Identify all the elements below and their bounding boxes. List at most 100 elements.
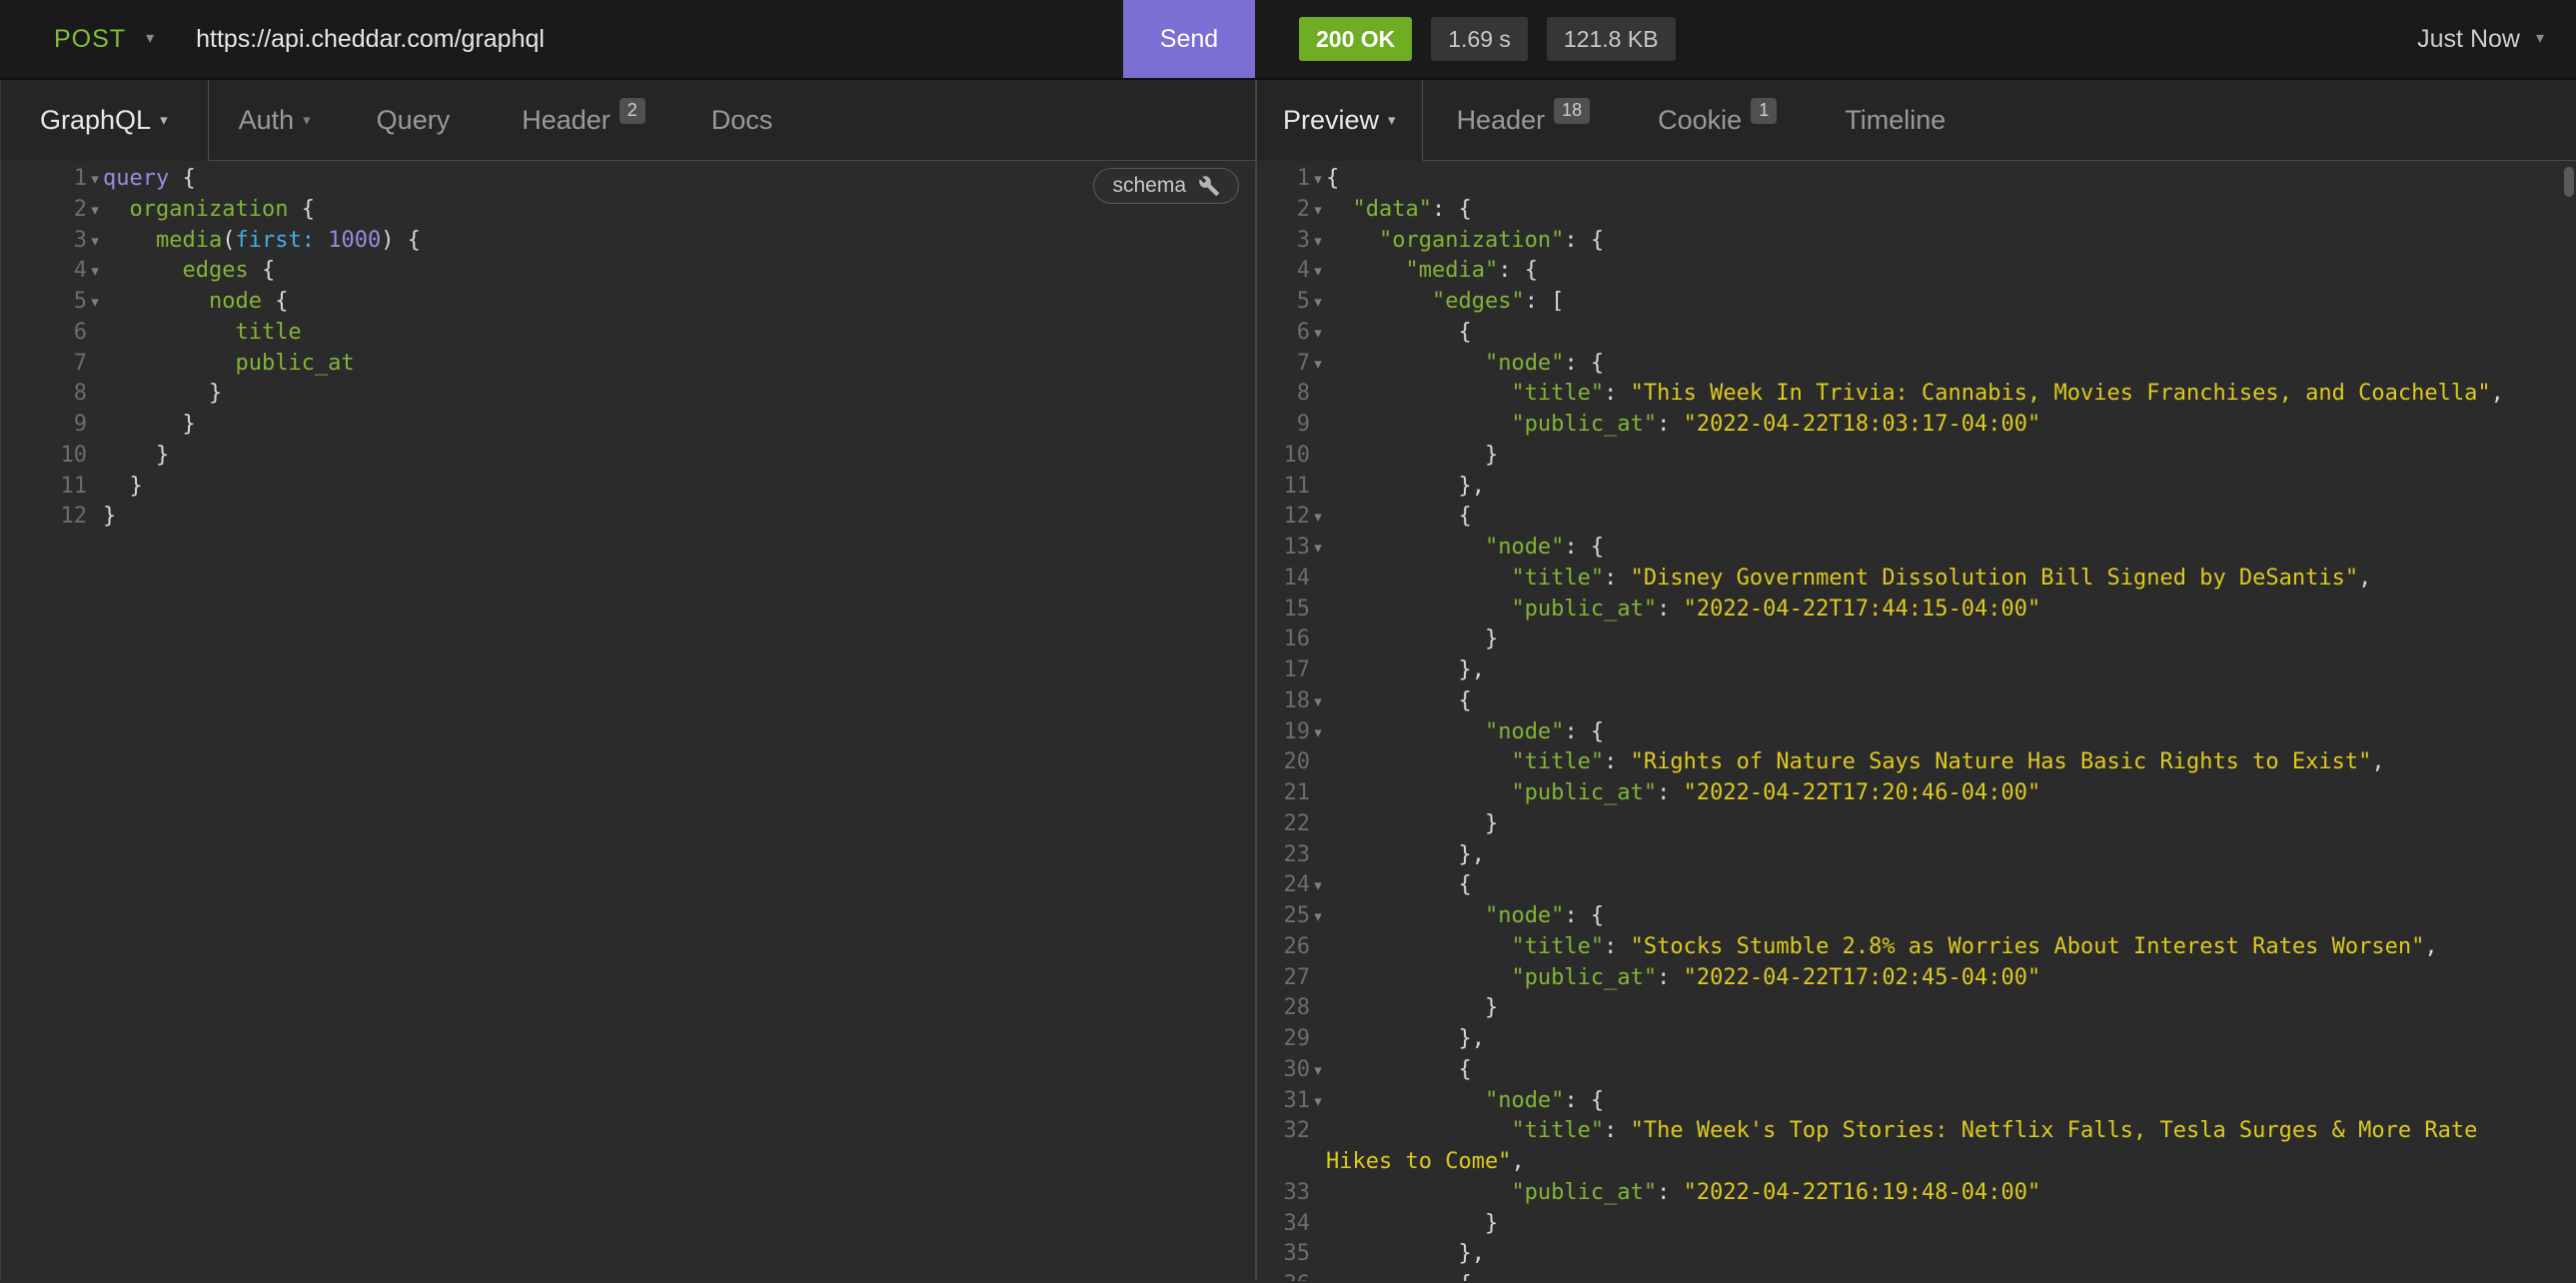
line-number: 4 — [1257, 256, 1310, 287]
fold-toggle-icon[interactable]: ▾ — [1310, 502, 1326, 533]
fold-toggle-icon[interactable]: ▾ — [1310, 1055, 1326, 1086]
code-line: 17 }, — [1257, 655, 2576, 686]
tab-docs[interactable]: Docs — [675, 80, 809, 161]
code-text: { — [1326, 686, 2576, 717]
code-text: } — [1326, 1209, 2576, 1240]
fold-toggle-icon[interactable]: ▾ — [1310, 349, 1326, 380]
code-line: 9 } — [1, 410, 1255, 441]
fold-toggle-icon[interactable]: ▾ — [1310, 318, 1326, 349]
code-text: organization { — [103, 195, 1255, 226]
fold-toggle-icon[interactable]: ▾ — [1310, 901, 1326, 932]
fold-toggle-icon[interactable]: ▾ — [87, 287, 103, 318]
line-number: 8 — [1257, 379, 1310, 410]
code-line: 33 "public_at": "2022-04-22T16:19:48-04:… — [1257, 1178, 2576, 1209]
time-badge: 1.69 s — [1431, 17, 1528, 61]
code-text: "title": "The Week's Top Stories: Netfli… — [1326, 1116, 2576, 1178]
fold-toggle-icon[interactable]: ▾ — [1310, 870, 1326, 901]
code-text: "public_at": "2022-04-22T17:44:15-04:00" — [1326, 595, 2576, 626]
tab-label: Docs — [711, 105, 773, 136]
send-button[interactable]: Send — [1123, 0, 1255, 78]
fold-toggle-icon[interactable]: ▾ — [87, 195, 103, 226]
code-line: 30▾ { — [1257, 1055, 2576, 1086]
fold-toggle-icon[interactable]: ▾ — [87, 256, 103, 287]
fold-toggle-icon[interactable]: ▾ — [1310, 226, 1326, 257]
code-text: "public_at": "2022-04-22T16:19:48-04:00" — [1326, 1178, 2576, 1209]
main-panes: GraphQL ▾ Auth▾QueryHeader2 Docs schema 1▾q… — [0, 80, 2576, 1281]
request-url-bar: POST ▾ https://api.cheddar.com/graphql S… — [0, 0, 1255, 78]
tab-query[interactable]: Query — [341, 80, 487, 161]
freshness-label: Just Now — [2417, 25, 2520, 54]
fold-toggle-icon[interactable]: ▾ — [1310, 195, 1326, 226]
code-line: 14 "title": "Disney Government Dissoluti… — [1257, 564, 2576, 595]
code-text: "title": "Rights of Nature Says Nature H… — [1326, 747, 2576, 778]
url-input[interactable]: https://api.cheddar.com/graphql — [196, 25, 1123, 54]
code-line: 7▾ "node": { — [1257, 349, 2576, 380]
method-dropdown[interactable]: POST ▾ — [0, 25, 154, 54]
line-number: 9 — [1, 410, 87, 441]
fold-toggle-icon[interactable]: ▾ — [1310, 164, 1326, 195]
code-text: { — [1326, 502, 2576, 533]
tab-header[interactable]: Header18 — [1423, 80, 1625, 161]
code-line: 3▾ media(first: 1000) { — [1, 226, 1255, 257]
code-text: public_at — [103, 349, 1255, 380]
code-line: 9 "public_at": "2022-04-22T18:03:17-04:0… — [1257, 410, 2576, 441]
tab-label: GraphQL — [40, 105, 151, 136]
line-number: 36 — [1257, 1270, 1310, 1281]
fold-toggle-icon[interactable]: ▾ — [1310, 287, 1326, 318]
line-number: 5 — [1, 287, 87, 318]
code-text: }, — [1326, 840, 2576, 871]
tab-header[interactable]: Header2 — [486, 80, 675, 161]
line-number: 17 — [1257, 655, 1310, 686]
fold-toggle-icon[interactable]: ▾ — [1310, 717, 1326, 748]
code-text: } — [103, 441, 1255, 472]
code-text: } — [103, 379, 1255, 410]
code-text: "node": { — [1326, 349, 2576, 380]
line-number: 33 — [1257, 1178, 1310, 1209]
tab-timeline[interactable]: Timeline — [1811, 80, 1979, 161]
fold-toggle-icon[interactable]: ▾ — [1310, 686, 1326, 717]
fold-toggle-icon[interactable]: ▾ — [1310, 256, 1326, 287]
code-text: "node": { — [1326, 717, 2576, 748]
scrollbar-thumb[interactable] — [2564, 167, 2574, 197]
line-number: 12 — [1257, 502, 1310, 533]
chevron-down-icon: ▾ — [160, 113, 168, 128]
code-text: "media": { — [1326, 256, 2576, 287]
code-line: 4▾ "media": { — [1257, 256, 2576, 287]
code-text: "public_at": "2022-04-22T17:20:46-04:00" — [1326, 778, 2576, 809]
line-number: 22 — [1257, 809, 1310, 840]
line-number: 27 — [1257, 963, 1310, 994]
graphql-query-editor[interactable]: schema 1▾query {2▾ organization {3▾ medi… — [1, 161, 1255, 1281]
code-text: media(first: 1000) { — [103, 226, 1255, 257]
code-text: { — [1326, 318, 2576, 349]
line-number: 1 — [1, 164, 87, 195]
chevron-down-icon: ▾ — [1388, 113, 1396, 128]
code-line: 32 "title": "The Week's Top Stories: Net… — [1257, 1116, 2576, 1178]
line-number: 30 — [1257, 1055, 1310, 1086]
schema-button[interactable]: schema — [1093, 168, 1239, 204]
fold-toggle-icon[interactable]: ▾ — [1310, 533, 1326, 564]
code-line: 5▾ node { — [1, 287, 1255, 318]
response-history-dropdown[interactable]: Just Now ▾ — [2417, 25, 2544, 54]
code-line: 23 }, — [1257, 840, 2576, 871]
fold-toggle-icon[interactable]: ▾ — [1310, 1086, 1326, 1117]
line-number: 7 — [1, 349, 87, 380]
line-number: 10 — [1, 441, 87, 472]
tab-label: Cookie — [1658, 105, 1742, 136]
fold-toggle-icon[interactable]: ▾ — [1310, 1270, 1326, 1281]
fold-toggle-icon[interactable]: ▾ — [87, 164, 103, 195]
tab-preview[interactable]: Preview▾ — [1257, 80, 1423, 161]
line-number: 9 — [1257, 410, 1310, 441]
chevron-down-icon: ▾ — [146, 31, 154, 47]
code-text: "title": "This Week In Trivia: Cannabis,… — [1326, 379, 2576, 410]
tab-graphql[interactable]: GraphQL ▾ — [1, 80, 209, 161]
line-number: 11 — [1257, 472, 1310, 503]
code-text: } — [103, 502, 1255, 533]
chevron-down-icon: ▾ — [303, 113, 311, 128]
size-badge: 121.8 KB — [1547, 17, 1676, 61]
fold-toggle-icon[interactable]: ▾ — [87, 226, 103, 257]
tab-auth[interactable]: Auth▾ — [209, 80, 341, 161]
code-line: 6 title — [1, 318, 1255, 349]
tab-badge: 18 — [1554, 98, 1590, 124]
line-number: 2 — [1, 195, 87, 226]
tab-cookie[interactable]: Cookie1 — [1624, 80, 1811, 161]
